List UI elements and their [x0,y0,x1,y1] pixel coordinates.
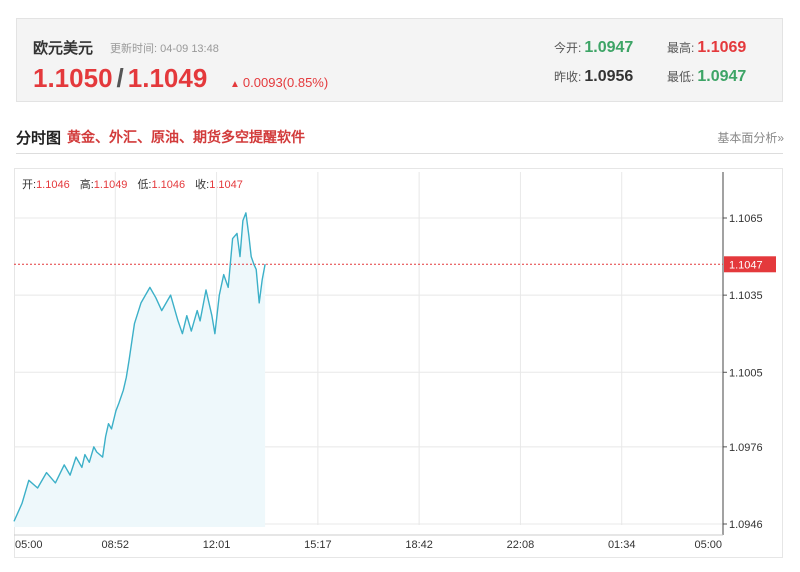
price-area-fill [14,212,266,527]
x-tick-label: 08:52 [102,539,130,551]
x-tick-label: 12:01 [203,539,231,551]
y-tick-label: 1.1035 [729,290,763,302]
y-tick-label: 1.0976 [729,442,763,454]
x-tick-label: 15:17 [304,539,332,551]
y-tick-label: 1.1065 [729,213,763,225]
x-tick-label: 22:08 [507,539,535,551]
x-tick-label: 01:34 [608,539,636,551]
y-tick-label: 1.0946 [729,519,763,531]
x-tick-label: 05:00 [694,539,722,551]
intraday-chart[interactable]: 05:00 08:52 12:01 15:17 18:42 22:08 01:34 05:00… [0,0,800,572]
x-tick-label: 18:42 [405,539,433,551]
y-tick-label: 1.1005 [729,367,763,379]
current-price-label: 1.1047 [729,259,763,271]
x-tick-label: 05:00 [15,539,43,551]
